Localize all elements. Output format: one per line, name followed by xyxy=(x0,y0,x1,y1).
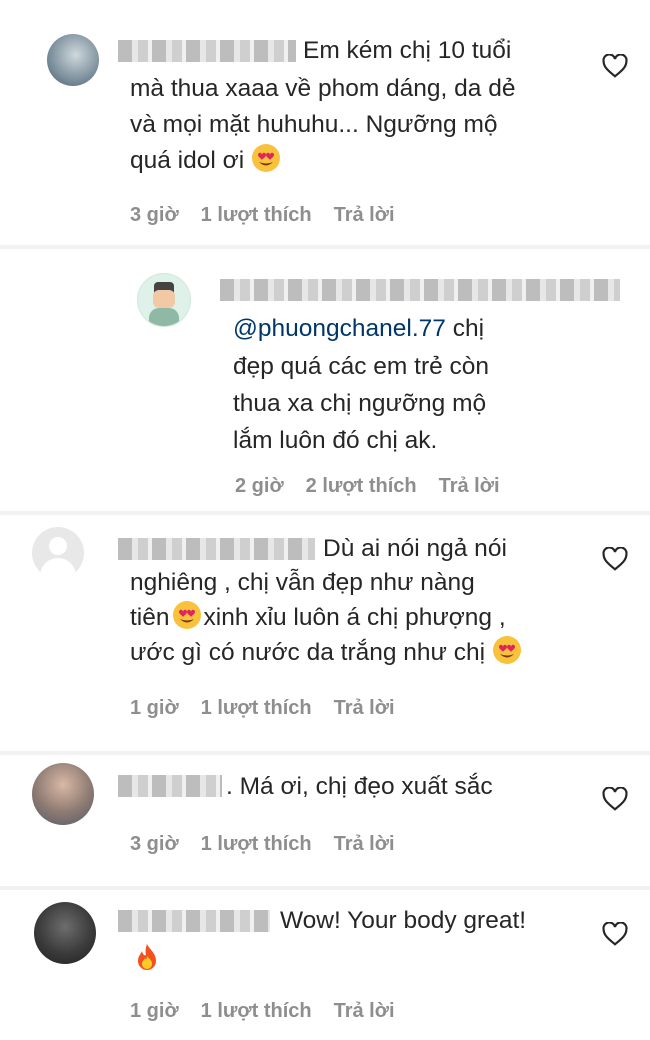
like-count[interactable]: 2 lượt thích xyxy=(306,475,417,497)
fire-emoji xyxy=(132,942,162,972)
heart-outline-icon[interactable] xyxy=(602,922,628,946)
heart-outline-icon[interactable] xyxy=(602,787,628,811)
timestamp[interactable]: 2 giờ xyxy=(235,475,284,497)
like-count[interactable]: 1 lượt thích xyxy=(201,1000,312,1022)
username-blurred[interactable] xyxy=(220,279,620,301)
heart-eyes-emoji xyxy=(251,143,281,173)
mention-link[interactable]: @phuongchanel.77 xyxy=(233,315,446,342)
comment-text-line: mà thua xaaa về phom dáng, da dẻ xyxy=(130,75,516,102)
reply-button[interactable]: Trả lời xyxy=(334,833,395,855)
comment-text-line: lắm luôn đó chị ak. xyxy=(233,427,438,454)
like-count[interactable]: 1 lượt thích xyxy=(201,697,312,719)
comment-text-line: nghiêng , chị vẫn đẹp như nàng xyxy=(130,569,475,596)
reply-button[interactable]: Trả lời xyxy=(334,697,395,719)
comment-text: Em kém chị 10 tuổi xyxy=(303,37,512,64)
comment-2-reply: @phuongchanel.77 chị đẹp quá các em trẻ … xyxy=(0,249,650,511)
comment-text-segment: ước gì có nước da trắng như chị xyxy=(130,639,486,666)
comment-meta: 3 giờ 1 lượt thích Trả lời xyxy=(130,204,417,227)
timestamp[interactable]: 3 giờ xyxy=(130,833,179,855)
comment-text-line: @phuongchanel.77 chị xyxy=(233,311,484,347)
comment-text-segment: tiên xyxy=(130,604,170,631)
comment-1: Em kém chị 10 tuổi mà thua xaaa về phom … xyxy=(0,0,650,245)
comment-text: Wow! Your body great! xyxy=(280,907,527,934)
comment-meta: 1 giờ 1 lượt thích Trả lời xyxy=(130,697,417,720)
comment-5: Wow! Your body great! 1 giờ 1 lượt thích T… xyxy=(0,890,650,1040)
comment-text-segment: xinh xỉu luôn á chị phượng , xyxy=(203,604,506,631)
username-blurred[interactable] xyxy=(118,910,270,932)
username-blurred[interactable] xyxy=(118,538,315,560)
heart-outline-icon[interactable] xyxy=(602,54,628,78)
comment-text-line: và mọi mặt huhuhu... Ngưỡng mộ xyxy=(130,111,498,138)
comment-meta: 3 giờ 1 lượt thích Trả lời xyxy=(130,833,417,856)
reply-button[interactable]: Trả lời xyxy=(334,1000,395,1022)
comment-text-line: quá idol ơi xyxy=(130,143,281,179)
heart-eyes-emoji xyxy=(492,635,522,665)
avatar[interactable] xyxy=(47,34,99,86)
like-count[interactable]: 1 lượt thích xyxy=(201,204,312,226)
comment-4: . Má ơi, chị đẹo xuất sắc 3 giờ 1 lượt th… xyxy=(0,755,650,886)
comment-text-segment: chị xyxy=(445,315,485,342)
avatar[interactable] xyxy=(137,273,191,327)
username-blurred[interactable] xyxy=(118,775,222,797)
timestamp[interactable]: 1 giờ xyxy=(130,1000,179,1022)
comment-text-segment: quá idol ơi xyxy=(130,147,245,174)
heart-outline-icon[interactable] xyxy=(602,547,628,571)
comment-text-line: đẹp quá các em trẻ còn xyxy=(233,353,490,380)
comment-meta: 1 giờ 1 lượt thích Trả lời xyxy=(130,1000,417,1023)
comment-meta: 2 giờ 2 lượt thích Trả lời xyxy=(235,475,522,498)
heart-eyes-emoji xyxy=(172,600,202,630)
comment-3: Dù ai nói ngả nói nghiêng , chị vẫn đẹp … xyxy=(0,515,650,751)
reply-button[interactable]: Trả lời xyxy=(439,475,500,497)
avatar[interactable] xyxy=(32,527,84,579)
like-count[interactable]: 1 lượt thích xyxy=(201,833,312,855)
avatar[interactable] xyxy=(34,902,96,964)
timestamp[interactable]: 1 giờ xyxy=(130,697,179,719)
timestamp[interactable]: 3 giờ xyxy=(130,204,179,226)
username-blurred[interactable] xyxy=(118,40,296,62)
avatar[interactable] xyxy=(32,763,94,825)
comment-text: Dù ai nói ngả nói xyxy=(323,535,507,562)
comment-text: . Má ơi, chị đẹo xuất sắc xyxy=(226,773,493,800)
comment-text-line: thua xa chị ngưỡng mộ xyxy=(233,390,487,417)
reply-button[interactable]: Trả lời xyxy=(334,204,395,226)
comment-text-line: tiên xinh xỉu luôn á chị phượng , xyxy=(130,600,506,636)
comment-text-line: ước gì có nước da trắng như chị xyxy=(130,635,522,671)
